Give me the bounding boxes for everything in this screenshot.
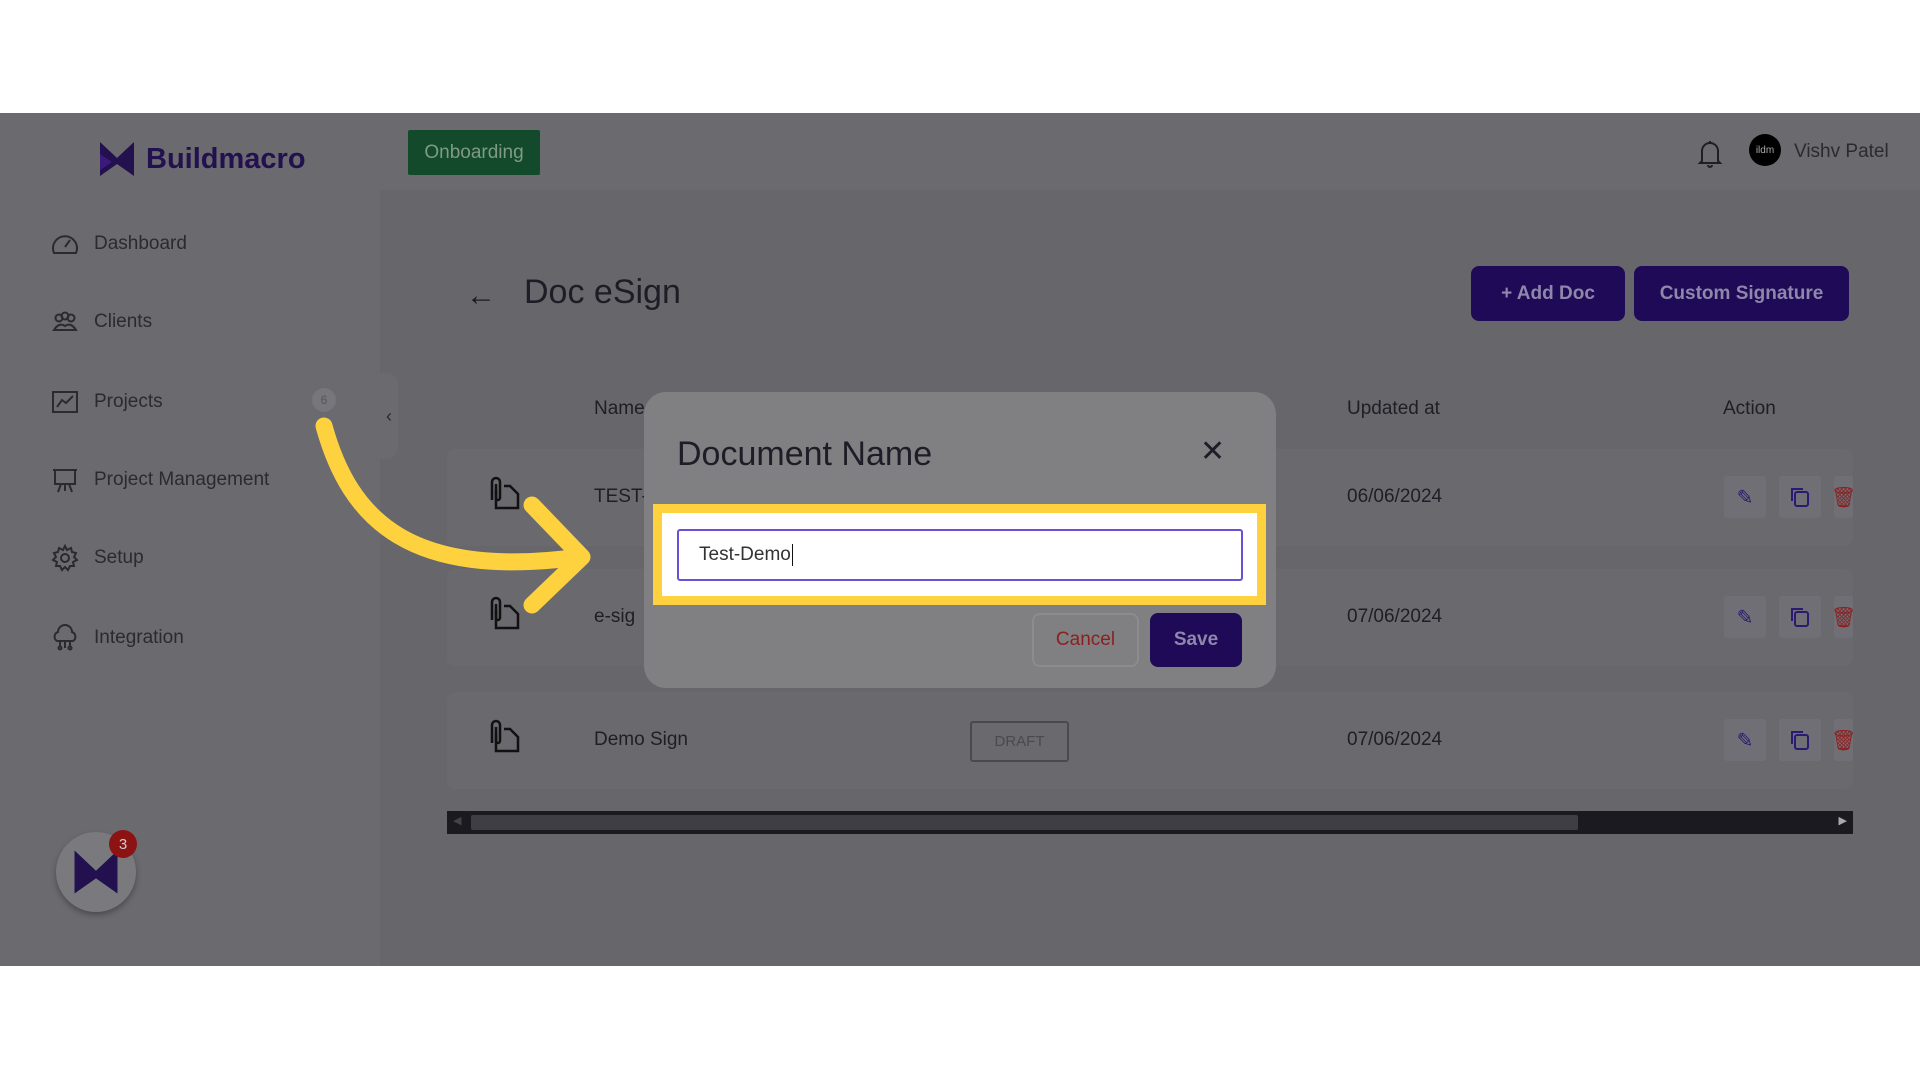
input-value: Test-Demo (699, 544, 791, 565)
document-name-dialog: Document Name ✕ Test-Demo Cancel Save (644, 392, 1276, 688)
close-icon[interactable]: ✕ (1200, 434, 1225, 469)
input-highlight: Test-Demo (653, 504, 1266, 605)
cancel-button[interactable]: Cancel (1032, 613, 1139, 667)
text-caret (791, 544, 794, 566)
document-name-input[interactable]: Test-Demo (677, 529, 1243, 581)
dialog-title: Document Name (677, 435, 933, 473)
save-button[interactable]: Save (1150, 613, 1242, 667)
